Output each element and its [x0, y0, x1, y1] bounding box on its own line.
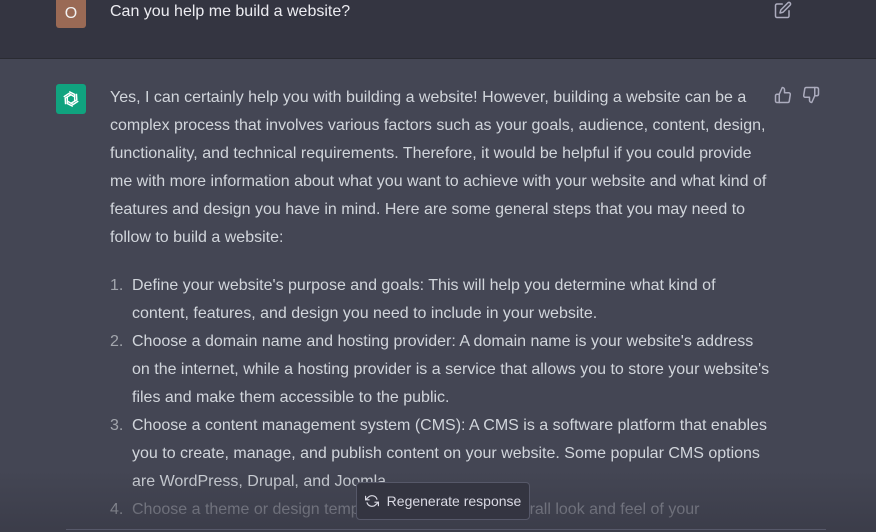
- edit-icon[interactable]: [774, 1, 792, 19]
- response-intro: Yes, I can certainly help you with build…: [110, 89, 767, 246]
- list-number: 3.: [110, 417, 124, 434]
- input-box-top-border: [66, 529, 826, 530]
- user-message-row: O Can you help me build a website?: [0, 0, 876, 59]
- regenerate-response-button[interactable]: Regenerate response: [356, 482, 530, 520]
- list-number: 4.: [110, 501, 124, 518]
- thumbs-up-icon[interactable]: [774, 86, 792, 104]
- list-number: 2.: [110, 333, 124, 350]
- openai-logo-icon: [63, 91, 79, 107]
- thumbs-down-icon[interactable]: [802, 86, 820, 104]
- regenerate-label: Regenerate response: [386, 493, 522, 509]
- assistant-avatar: [56, 84, 86, 114]
- list-item: 2. Choose a domain name and hosting prov…: [110, 328, 770, 412]
- list-item-text: Choose a content management system (CMS)…: [132, 417, 767, 490]
- list-item: 1. Define your website's purpose and goa…: [110, 272, 770, 328]
- list-number: 1.: [110, 277, 124, 294]
- refresh-icon: [364, 495, 379, 507]
- user-message-text: Can you help me build a website?: [110, 3, 351, 20]
- list-item-text: Choose a domain name and hosting provide…: [132, 333, 770, 406]
- user-avatar: O: [56, 0, 86, 28]
- assistant-response: Yes, I can certainly help you with build…: [110, 84, 770, 524]
- list-item-text: Define your website's purpose and goals:…: [132, 277, 716, 322]
